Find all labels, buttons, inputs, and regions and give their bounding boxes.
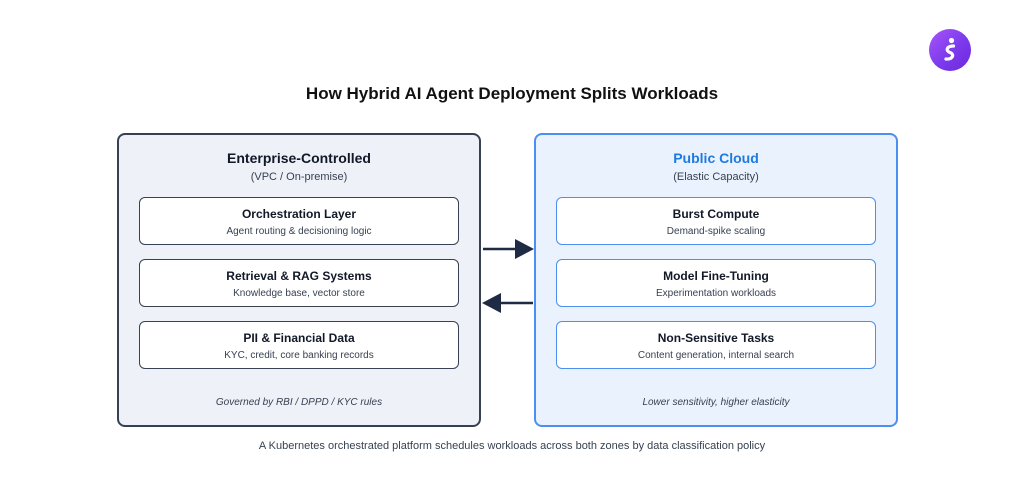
- pii-financial-data-card: PII & Financial Data KYC, credit, core b…: [139, 321, 459, 369]
- card-subtitle: Content generation, internal search: [637, 350, 795, 361]
- arrow-right-icon: [483, 239, 534, 259]
- enterprise-zone-title: Enterprise-Controlled: [227, 150, 371, 166]
- retrieval-rag-card: Retrieval & RAG Systems Knowledge base, …: [139, 259, 459, 307]
- card-title: Non-Sensitive Tasks: [657, 331, 775, 345]
- non-sensitive-tasks-card: Non-Sensitive Tasks Content generation, …: [556, 321, 876, 369]
- enterprise-zone-subtitle: (VPC / On-premise): [250, 171, 348, 183]
- card-title: Burst Compute: [672, 207, 760, 221]
- burst-compute-card: Burst Compute Demand-spike scaling: [556, 197, 876, 245]
- card-title: Orchestration Layer: [241, 207, 357, 221]
- enterprise-zone-footer: Governed by RBI / DPPD / KYC rules: [215, 397, 383, 408]
- s-logo-glyph: [944, 37, 956, 61]
- cloud-zone-footer: Lower sensitivity, higher elasticity: [642, 397, 790, 408]
- model-fine-tuning-card: Model Fine-Tuning Experimentation worklo…: [556, 259, 876, 307]
- flow-arrows: [482, 239, 534, 313]
- arrow-left-icon: [482, 293, 533, 313]
- card-subtitle: Knowledge base, vector store: [233, 288, 365, 299]
- card-subtitle: Experimentation workloads: [655, 288, 777, 299]
- card-subtitle: Demand-spike scaling: [666, 226, 766, 237]
- diagram-title: How Hybrid AI Agent Deployment Splits Wo…: [305, 84, 719, 103]
- enterprise-zone: Enterprise-Controlled (VPC / On-premise)…: [117, 133, 481, 427]
- s-logo-icon: [929, 29, 971, 71]
- public-cloud-zone: Public Cloud (Elastic Capacity) Burst Co…: [534, 133, 898, 427]
- card-title: PII & Financial Data: [243, 331, 355, 345]
- card-subtitle: Agent routing & decisioning logic: [226, 226, 372, 237]
- orchestration-layer-card: Orchestration Layer Agent routing & deci…: [139, 197, 459, 245]
- diagram-caption: A Kubernetes orchestrated platform sched…: [258, 440, 766, 452]
- cloud-zone-subtitle: (Elastic Capacity): [673, 171, 759, 183]
- card-title: Retrieval & RAG Systems: [226, 269, 372, 283]
- card-subtitle: KYC, credit, core banking records: [224, 350, 374, 361]
- cloud-zone-title: Public Cloud: [673, 150, 759, 166]
- card-title: Model Fine-Tuning: [663, 269, 769, 283]
